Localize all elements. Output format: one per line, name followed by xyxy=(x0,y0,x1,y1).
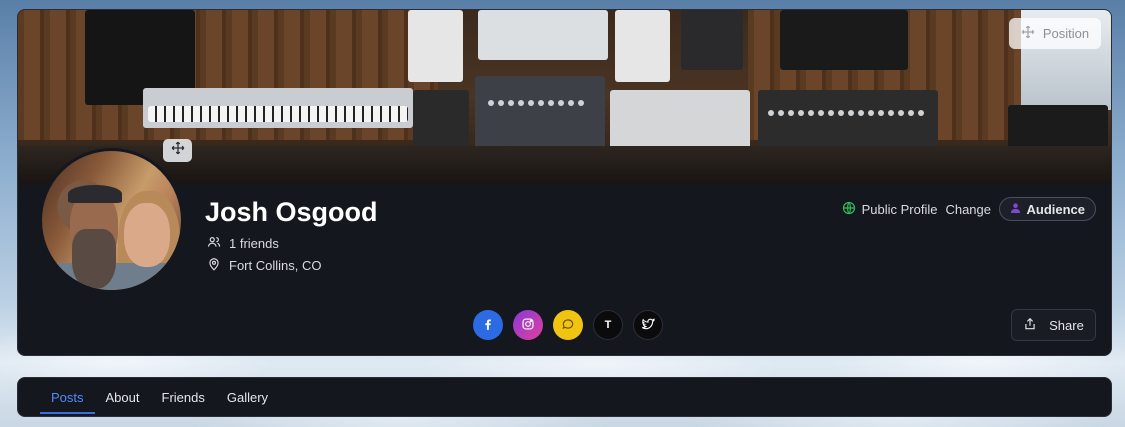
facebook-link[interactable] xyxy=(473,310,503,340)
profile-visibility: Public Profile Change xyxy=(842,201,991,218)
profile-name: Josh Osgood xyxy=(205,197,378,227)
social-links: T xyxy=(473,310,663,340)
twitter-icon xyxy=(641,317,656,334)
change-visibility-link[interactable]: Change xyxy=(945,202,991,217)
friends-icon xyxy=(207,235,221,252)
friends-label: 1 friends xyxy=(229,236,279,251)
move-icon xyxy=(171,141,185,160)
instagram-icon xyxy=(521,317,535,334)
chat-link[interactable] xyxy=(553,310,583,340)
twitter-link[interactable] xyxy=(633,310,663,340)
visibility-label: Public Profile xyxy=(861,202,938,217)
location-pin-icon xyxy=(207,257,221,274)
tab-posts[interactable]: Posts xyxy=(40,380,95,414)
globe-icon xyxy=(842,201,856,218)
tiktok-icon: T xyxy=(604,319,612,331)
share-icon xyxy=(1023,317,1037,334)
friends-count[interactable]: 1 friends xyxy=(207,235,279,252)
person-icon xyxy=(1010,202,1021,217)
tiktok-link[interactable]: T xyxy=(593,310,623,340)
chat-icon xyxy=(561,317,575,334)
facebook-icon xyxy=(481,317,495,334)
share-label: Share xyxy=(1049,317,1084,333)
share-button[interactable]: Share xyxy=(1011,309,1096,341)
position-button[interactable]: Position xyxy=(1009,18,1101,49)
position-label: Position xyxy=(1042,26,1090,41)
instagram-link[interactable] xyxy=(513,310,543,340)
avatar-move-handle[interactable] xyxy=(163,139,192,162)
profile-card: Position Josh Osgood 1 friends Fort Coll… xyxy=(17,9,1112,356)
move-icon xyxy=(1021,25,1035,42)
tab-friends[interactable]: Friends xyxy=(151,380,216,414)
avatar[interactable] xyxy=(39,148,184,293)
location: Fort Collins, CO xyxy=(207,257,321,274)
tab-about[interactable]: About xyxy=(95,380,151,414)
profile-tabs: Posts About Friends Gallery xyxy=(17,377,1112,417)
audience-button[interactable]: Audience xyxy=(999,197,1096,221)
audience-label: Audience xyxy=(1026,201,1085,217)
location-label: Fort Collins, CO xyxy=(229,258,322,273)
tab-gallery[interactable]: Gallery xyxy=(216,380,279,414)
